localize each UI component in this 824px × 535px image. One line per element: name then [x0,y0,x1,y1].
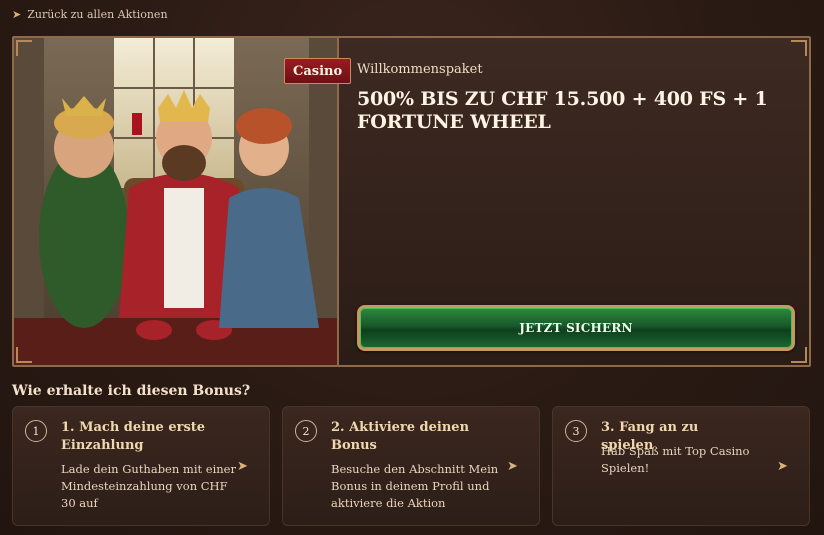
hero-illustration [14,38,339,365]
step-number-badge: 3 [565,420,587,442]
frame-corner-ornament [791,40,807,56]
steps-list: 1 1. Mach deine erste Einzahlung Lade de… [12,406,812,526]
step-card-3[interactable]: 3 3. Fang an zu spielen Hab Spaß mit Top… [552,406,810,526]
promo-title: 500% BIS ZU CHF 15.500 + 400 FS + 1 FORT… [357,88,768,133]
arrow-left-icon: ➤ [12,7,22,21]
arrow-right-icon[interactable]: ➤ [507,459,525,474]
arrow-right-icon[interactable]: ➤ [777,459,795,474]
step-title: 1. Mach deine erste Einzahlung [61,420,206,453]
frame-corner-ornament [16,347,32,363]
arrow-right-icon[interactable]: ➤ [237,459,255,474]
step-description: Lade dein Guthaben mit einer Mindesteinz… [61,462,236,510]
how-to-heading: Wie erhalte ich diesen Bonus? [12,383,251,399]
step-number-badge: 1 [25,420,47,442]
category-tag: Casino [284,58,352,84]
step-number-badge: 2 [295,420,317,442]
promo-label: Willkommenspaket [357,62,483,77]
back-to-promotions-link[interactable]: ➤ Zurück zu allen Aktionen [12,6,168,22]
step-title: 2. Aktiviere deinen Bonus [331,420,470,453]
frame-corner-ornament [791,347,807,363]
promo-card: Casino Willkommenspaket 500% BIS ZU CHF … [12,36,811,367]
frame-corner-ornament [16,40,32,56]
back-link-label: Zurück zu allen Aktionen [27,7,168,21]
step-card-2[interactable]: 2 2. Aktiviere deinen Bonus Besuche den … [282,406,540,526]
step-description: Besuche den Abschnitt Mein Bonus in dein… [331,462,499,510]
step-card-1[interactable]: 1 1. Mach deine erste Einzahlung Lade de… [12,406,270,526]
step-description: Hab Spaß mit Top Casino Spielen! [601,444,750,475]
claim-bonus-button[interactable]: JETZT SICHERN [357,305,795,351]
